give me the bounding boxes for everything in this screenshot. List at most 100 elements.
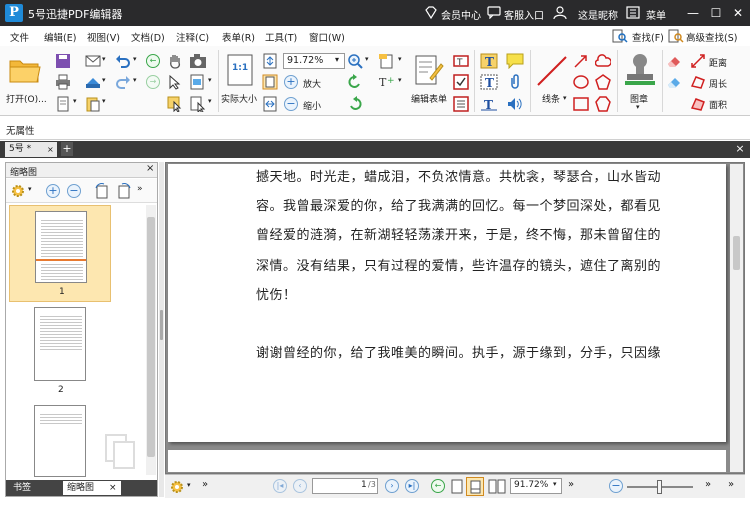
nav-settings-dropdown-icon[interactable]: ▾ bbox=[187, 481, 191, 489]
attach-icon[interactable] bbox=[506, 74, 524, 90]
page-number-input[interactable]: 1 /3 bbox=[312, 478, 378, 494]
save-icon[interactable] bbox=[55, 53, 71, 69]
menu-view[interactable]: 视图(V) bbox=[87, 30, 120, 44]
nav-more-3-icon[interactable]: » bbox=[705, 479, 711, 490]
fit-width-icon[interactable] bbox=[262, 74, 278, 90]
distance-label[interactable]: 距离 bbox=[709, 56, 727, 69]
thumbnails-tab-close-icon[interactable]: × bbox=[109, 481, 117, 495]
insert-page-dropdown-icon[interactable]: ▾ bbox=[398, 55, 402, 63]
nav-more-2-icon[interactable]: » bbox=[568, 479, 574, 490]
first-page-icon[interactable]: |◂ bbox=[273, 479, 287, 493]
highlight-eraser-icon[interactable] bbox=[666, 74, 682, 90]
redo-dropdown-icon[interactable]: ▾ bbox=[133, 76, 137, 84]
rotate-left-icon[interactable] bbox=[347, 74, 363, 90]
main-menu-button[interactable]: 菜单 bbox=[646, 7, 666, 22]
forward-icon[interactable]: → bbox=[146, 75, 160, 89]
zoom-out-label[interactable]: 缩小 bbox=[303, 99, 321, 112]
nav-back-icon[interactable]: ← bbox=[431, 479, 445, 493]
list-field-icon[interactable] bbox=[453, 96, 469, 112]
open-folder-icon[interactable] bbox=[8, 55, 42, 85]
pdf-page[interactable]: 撼天地。时光走，蜡成泪，不负浓情意。共枕衾，琴瑟合，山水皆动 容。我曾最深爱的你… bbox=[168, 164, 726, 442]
clipboard-icon[interactable] bbox=[85, 96, 101, 112]
support-link[interactable]: 客服入口 bbox=[504, 7, 544, 22]
thumb-zoom-out-icon[interactable]: − bbox=[67, 184, 81, 198]
tab-close-icon[interactable]: × bbox=[47, 142, 54, 157]
email-icon[interactable] bbox=[85, 53, 101, 69]
bookmarks-tab[interactable]: 书签 bbox=[10, 481, 56, 495]
eraser-icon[interactable] bbox=[666, 53, 682, 69]
add-text-icon[interactable]: T + bbox=[378, 74, 396, 90]
line-icon[interactable] bbox=[535, 54, 569, 88]
undo-dropdown-icon[interactable]: ▾ bbox=[133, 55, 137, 63]
arrow-icon[interactable] bbox=[573, 53, 589, 69]
text-field-icon[interactable]: T bbox=[453, 53, 469, 69]
select-annotation-icon[interactable] bbox=[167, 96, 183, 112]
menu-comment[interactable]: 注释(C) bbox=[176, 30, 209, 44]
document-scrollbar-thumb[interactable] bbox=[733, 236, 740, 270]
area-label[interactable]: 面积 bbox=[709, 98, 727, 111]
line-label[interactable]: 线条 bbox=[542, 92, 560, 105]
splitter-handle[interactable] bbox=[160, 310, 163, 340]
find-button[interactable]: 查找(F) bbox=[632, 30, 664, 44]
typewriter-icon[interactable]: T bbox=[480, 53, 498, 69]
thumbnail-panel-close-icon[interactable]: × bbox=[146, 163, 154, 174]
nav-settings-icon[interactable] bbox=[169, 479, 185, 495]
zoom-slider-thumb[interactable] bbox=[657, 480, 662, 494]
nav-more-icon[interactable]: » bbox=[202, 479, 208, 490]
new-tab-button[interactable]: + bbox=[61, 142, 73, 156]
redo-icon[interactable] bbox=[115, 74, 131, 90]
nav-more-4-icon[interactable]: » bbox=[728, 479, 734, 490]
document-scrollbar[interactable] bbox=[730, 164, 743, 472]
document-image-icon[interactable] bbox=[189, 74, 207, 90]
document-image-dropdown-icon[interactable]: ▾ bbox=[208, 76, 212, 84]
thumb-rotate-right-icon[interactable] bbox=[116, 183, 132, 199]
ellipse-icon[interactable] bbox=[573, 74, 589, 90]
thumb-zoom-in-icon[interactable]: + bbox=[46, 184, 60, 198]
textbox-icon[interactable]: T bbox=[480, 74, 498, 90]
next-page-icon[interactable]: › bbox=[385, 479, 399, 493]
maximize-button[interactable]: ☐ bbox=[707, 4, 725, 22]
facing-pages-icon[interactable] bbox=[488, 479, 506, 494]
document-dropdown-icon[interactable]: ▾ bbox=[73, 97, 77, 105]
perimeter-label[interactable]: 周长 bbox=[709, 77, 727, 90]
checkbox-field-icon[interactable] bbox=[453, 74, 469, 90]
menu-tools[interactable]: 工具(T) bbox=[265, 30, 297, 44]
zoom-select[interactable]: 91.72% ▾ bbox=[283, 53, 345, 69]
thumbnail-scrollbar-thumb[interactable] bbox=[147, 217, 155, 457]
thumb-rotate-left-icon[interactable] bbox=[94, 183, 110, 199]
menu-file[interactable]: 文件 bbox=[10, 30, 29, 44]
advanced-find-button[interactable]: 高级查找(S) bbox=[686, 30, 737, 44]
thumbnail-image[interactable] bbox=[34, 405, 86, 477]
document-icon[interactable] bbox=[55, 96, 71, 112]
zoom-tool-icon[interactable] bbox=[347, 53, 363, 69]
stamp-icon[interactable] bbox=[623, 52, 657, 88]
back-icon[interactable]: ← bbox=[146, 54, 160, 68]
fit-visible-icon[interactable] bbox=[262, 96, 278, 112]
thumbnail-item-selected[interactable]: 1 bbox=[9, 205, 111, 302]
perimeter-icon[interactable] bbox=[690, 74, 706, 90]
panel-splitter[interactable] bbox=[159, 162, 164, 497]
distance-icon[interactable] bbox=[690, 53, 706, 69]
clipboard-dropdown-icon[interactable]: ▾ bbox=[102, 97, 106, 105]
zoom-in-label[interactable]: 放大 bbox=[303, 77, 321, 90]
actual-size-label[interactable]: 实际大小 bbox=[221, 92, 257, 105]
area-icon[interactable] bbox=[690, 96, 706, 112]
settings-dropdown-icon[interactable]: ▾ bbox=[28, 185, 32, 193]
minimize-button[interactable]: — bbox=[684, 4, 702, 22]
zoom-in-icon[interactable]: + bbox=[284, 75, 298, 89]
settings-gear-icon[interactable] bbox=[10, 183, 26, 199]
open-button-label[interactable]: 打开(O)... bbox=[6, 92, 47, 105]
menu-edit[interactable]: 编辑(E) bbox=[44, 30, 76, 44]
close-document-button[interactable]: × bbox=[733, 142, 747, 156]
hand-tool-icon[interactable] bbox=[167, 53, 183, 69]
last-page-icon[interactable]: ▸| bbox=[405, 479, 419, 493]
edit-form-icon[interactable] bbox=[414, 54, 444, 86]
thumb-more-icon[interactable]: » bbox=[137, 184, 143, 194]
edit-form-label[interactable]: 编辑表单 bbox=[411, 92, 447, 105]
line-dropdown-icon[interactable]: ▾ bbox=[563, 94, 567, 102]
snapshot-icon[interactable] bbox=[189, 53, 207, 69]
fit-page-icon[interactable] bbox=[262, 53, 278, 69]
member-center-link[interactable]: 会员中心 bbox=[441, 7, 481, 22]
thumbnail-scrollbar[interactable] bbox=[146, 205, 156, 475]
polyline-icon[interactable] bbox=[595, 96, 611, 112]
